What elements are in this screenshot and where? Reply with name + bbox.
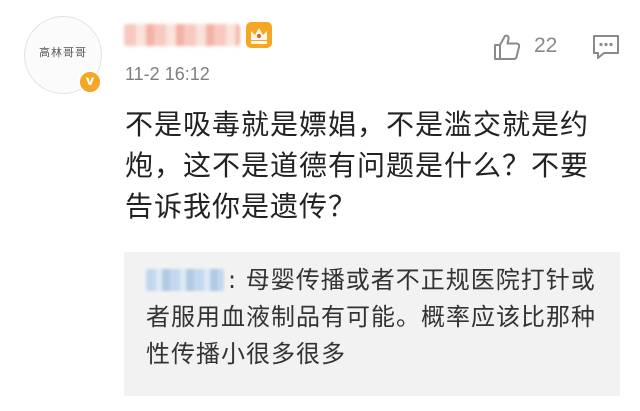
avatar-label: 高林哥哥 xyxy=(39,46,87,59)
verified-badge: v xyxy=(78,70,102,94)
thumbs-up-icon[interactable] xyxy=(492,32,522,62)
like-count: 22 xyxy=(534,34,558,57)
comment-timestamp: 11-2 16:12 xyxy=(125,64,210,84)
comment-icon[interactable] xyxy=(592,34,620,60)
reply-text: : 母婴传播或者不正规医院打针或者服用血液制品有可能。概率应该比那种性传播小很多… xyxy=(146,266,596,368)
username-blurred[interactable] xyxy=(124,24,240,46)
crown-icon xyxy=(246,22,272,48)
reply-box[interactable]: : 母婴传播或者不正规医院打针或者服用血液制品有可能。概率应该比那种性传播小很多… xyxy=(124,252,620,396)
comment-text: 不是吸毒就是嫖娼，不是滥交就是约炮，这不是道德有问题是什么？不要告诉我你是遗传？ xyxy=(125,108,590,223)
